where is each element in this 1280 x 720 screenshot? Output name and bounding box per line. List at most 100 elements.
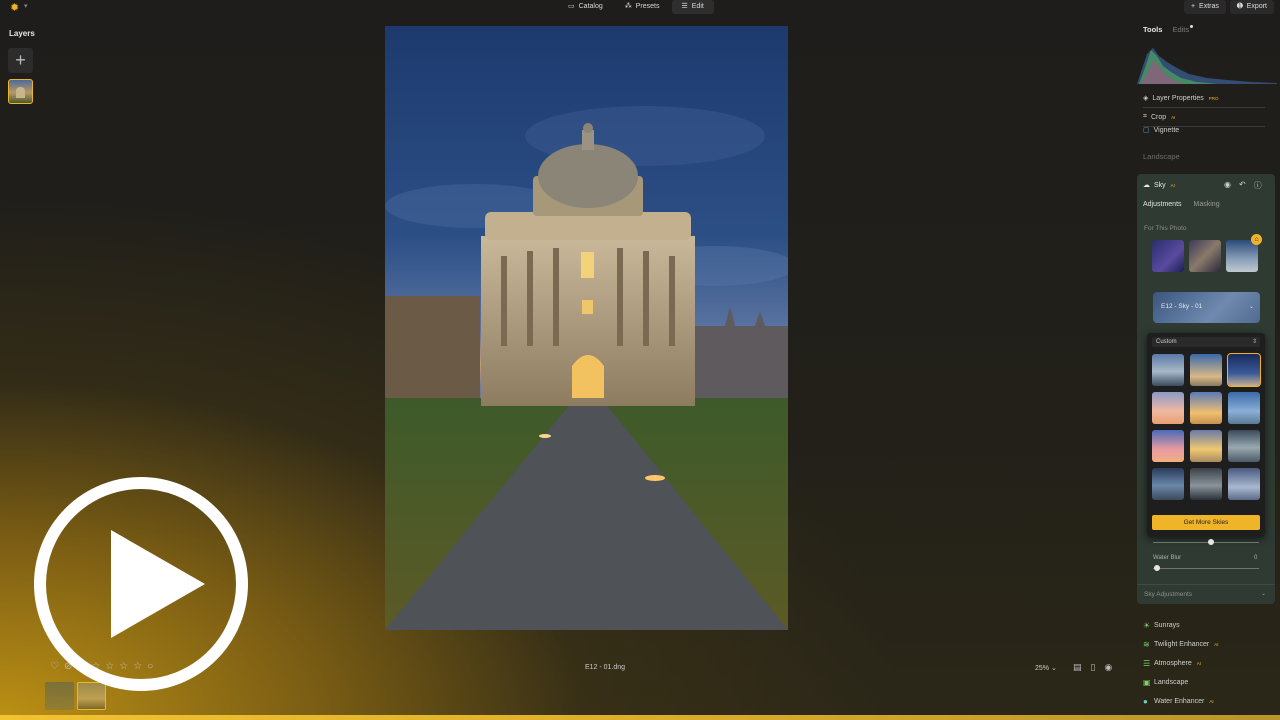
- suggested-sky-thumbnail[interactable]: [1189, 240, 1221, 272]
- selected-sky-label: E12 - Sky - 01: [1161, 303, 1203, 310]
- layer-properties-row[interactable]: ◈ Layer Properties PRO: [1143, 94, 1219, 103]
- edits-indicator-dot: [1190, 25, 1193, 28]
- view-controls: ▤ ▯ ◉: [1073, 662, 1112, 673]
- info-icon[interactable]: ⓘ: [1254, 180, 1262, 191]
- chevron-down-icon[interactable]: ⌄: [1261, 590, 1266, 597]
- ai-badge: AI: [1171, 114, 1176, 120]
- tool-sunrays[interactable]: ☀ Sunrays: [1143, 616, 1219, 635]
- landscape-icon: ▣: [1143, 678, 1151, 687]
- water-drop-icon: ●: [1143, 697, 1148, 706]
- get-more-skies-button[interactable]: Get More Skies: [1152, 515, 1260, 530]
- photo-canvas[interactable]: [385, 26, 788, 630]
- sky-adjustments-label[interactable]: Sky Adjustments: [1144, 591, 1192, 598]
- sky-subtabs: Adjustments Masking: [1143, 201, 1220, 208]
- row-label: Layer Properties: [1152, 94, 1204, 102]
- tab-label: Presets: [635, 3, 660, 10]
- row-label: Crop: [1150, 113, 1167, 121]
- ai-badge: AI: [1209, 699, 1214, 704]
- layers-title: Layers: [9, 29, 35, 38]
- vignette-row[interactable]: ▢ Vignette: [1143, 126, 1179, 135]
- layer-thumbnail[interactable]: [8, 79, 33, 104]
- tab-adjustments[interactable]: Adjustments: [1143, 201, 1182, 208]
- folder-icon: ▭: [568, 3, 575, 10]
- filmstrip-toggle-icon[interactable]: ▤: [1073, 662, 1082, 673]
- extras-button[interactable]: + Extras: [1183, 0, 1226, 14]
- app-logo-icon[interactable]: ✹: [10, 1, 19, 14]
- divider: [1143, 107, 1265, 108]
- sky-tile[interactable]: [1152, 354, 1184, 386]
- sky-tile[interactable]: [1228, 430, 1260, 462]
- for-this-photo-label: For This Photo: [1144, 225, 1187, 232]
- sky-tile[interactable]: [1228, 392, 1260, 424]
- eye-icon[interactable]: ◉: [1224, 180, 1231, 191]
- sky-tool-header[interactable]: ☁ Sky AI: [1143, 181, 1175, 190]
- water-blur-label: Water Blur: [1153, 555, 1182, 561]
- tab-label: Edit: [691, 3, 704, 10]
- tool-twilight-enhancer[interactable]: ≋ Twilight Enhancer AI: [1143, 635, 1219, 654]
- sky-tile-selected[interactable]: [1227, 353, 1261, 387]
- tools-list: ☀ Sunrays ≋ Twilight Enhancer AI ☰ Atmos…: [1143, 616, 1219, 711]
- suggested-skies: [1152, 240, 1258, 272]
- filename-label: E12 - 01.dng: [584, 664, 626, 671]
- tab-edits[interactable]: Edits: [1172, 25, 1189, 34]
- play-button-icon[interactable]: [33, 476, 249, 692]
- sky-select-dropdown[interactable]: E12 - Sky - 01 ⌄: [1153, 292, 1260, 323]
- sky-tile[interactable]: [1190, 354, 1222, 386]
- tab-edit[interactable]: ☰ Edit: [671, 0, 714, 14]
- sky-tile[interactable]: [1190, 430, 1222, 462]
- wand-icon: ⁂: [624, 3, 632, 10]
- crop-row[interactable]: ⌗ Crop AI: [1143, 113, 1175, 121]
- plus-icon: +: [1190, 3, 1196, 10]
- sun-icon: ☀: [1143, 621, 1151, 630]
- zoom-dropdown[interactable]: 25% ⌄: [1035, 664, 1057, 672]
- sky-tile[interactable]: [1152, 468, 1184, 500]
- export-icon: ➊: [1236, 3, 1243, 10]
- histogram: [1137, 48, 1277, 84]
- sky-category-select[interactable]: Custom ⇕: [1152, 337, 1260, 347]
- twilight-icon: ≋: [1143, 640, 1150, 649]
- sky-title: Sky: [1154, 181, 1166, 189]
- tab-presets[interactable]: ⁂ Presets: [615, 0, 670, 14]
- undo-icon[interactable]: ↶: [1239, 180, 1246, 191]
- cart-icon[interactable]: ⌂: [1251, 234, 1262, 245]
- photo-image: [385, 26, 788, 630]
- top-right-actions: + Extras ➊ Export: [1183, 0, 1274, 14]
- section-title-landscape: Landscape: [1143, 152, 1180, 161]
- progress-strip: [0, 715, 1280, 720]
- extras-label: Extras: [1199, 3, 1219, 10]
- sky-header-actions: ◉ ↶ ⓘ: [1224, 180, 1262, 191]
- suggested-sky-thumbnail[interactable]: [1226, 240, 1258, 272]
- tab-label: Catalog: [578, 3, 603, 10]
- water-blur-slider-track[interactable]: [1153, 568, 1259, 569]
- sliders-icon: ☰: [681, 3, 688, 10]
- mode-tabs: ▭ Catalog ⁂ Presets ☰ Edit: [558, 0, 714, 14]
- ai-badge: AI: [1214, 642, 1219, 647]
- sky-tile[interactable]: [1152, 392, 1184, 424]
- tool-label: Landscape: [1154, 679, 1189, 686]
- export-button[interactable]: ➊ Export: [1229, 0, 1274, 14]
- tool-landscape[interactable]: ▣ Landscape: [1143, 673, 1219, 692]
- export-label: Export: [1246, 3, 1267, 10]
- eye-icon[interactable]: ◉: [1104, 662, 1112, 673]
- chevron-down-icon: ⌄: [1248, 304, 1254, 310]
- water-blur-slider-handle[interactable]: [1154, 565, 1160, 571]
- cloud-icon: ☁: [1143, 182, 1150, 189]
- sky-tile[interactable]: [1190, 468, 1222, 500]
- tool-atmosphere[interactable]: ☰ Atmosphere AI: [1143, 654, 1219, 673]
- compare-icon[interactable]: ▯: [1091, 662, 1096, 673]
- chevron-down-icon[interactable]: ▾: [24, 2, 28, 10]
- sky-tile[interactable]: [1190, 392, 1222, 424]
- ai-badge: AI: [1196, 661, 1202, 666]
- ai-badge: AI: [1170, 182, 1175, 188]
- tool-water-enhancer[interactable]: ● Water Enhancer AI: [1143, 692, 1219, 711]
- sky-tile[interactable]: [1228, 468, 1260, 500]
- divider: [1137, 584, 1275, 585]
- slider-track[interactable]: [1153, 542, 1259, 543]
- suggested-sky-thumbnail[interactable]: [1152, 240, 1184, 272]
- tab-tools[interactable]: Tools: [1143, 25, 1162, 34]
- sky-tile[interactable]: [1152, 430, 1184, 462]
- tab-masking[interactable]: Masking: [1194, 201, 1220, 208]
- sky-grid: [1152, 353, 1261, 500]
- tab-catalog[interactable]: ▭ Catalog: [558, 0, 613, 14]
- add-layer-button[interactable]: +: [8, 48, 33, 73]
